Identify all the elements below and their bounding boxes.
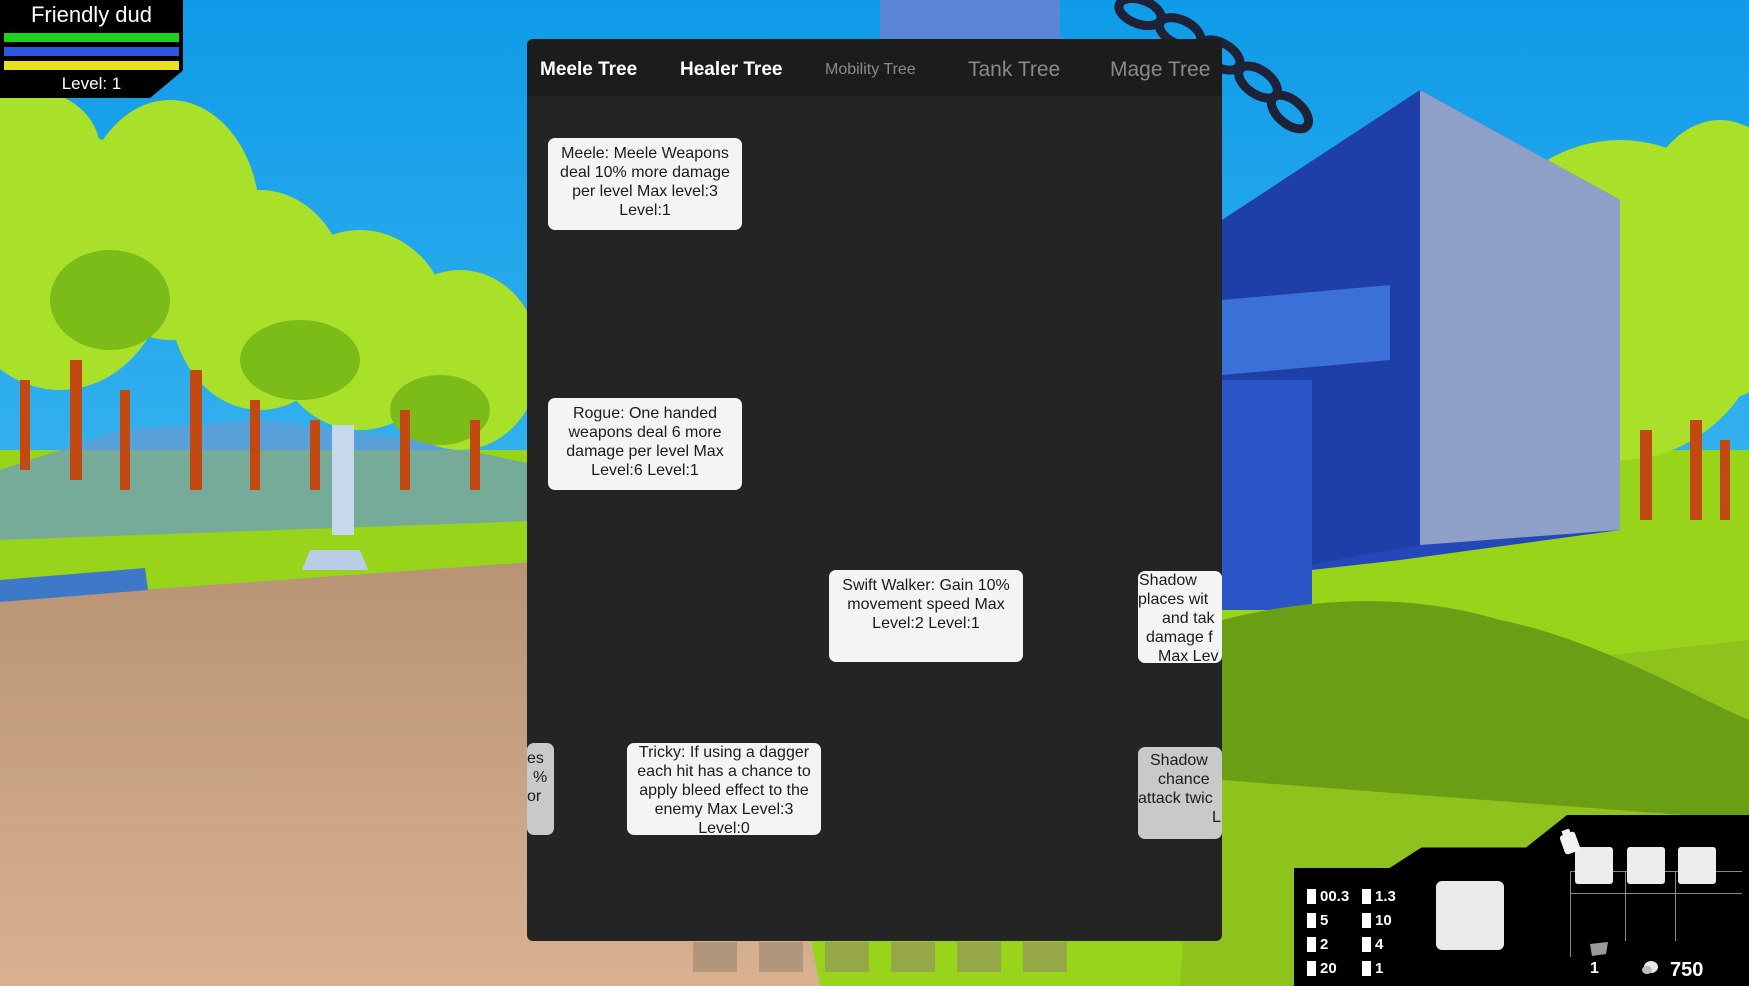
coin-count: 750 (1670, 959, 1704, 981)
skill-node-swift-walker[interactable]: Swift Walker: Gain 10% movement speed Ma… (829, 570, 1023, 662)
skill-text-line: and tak (1162, 610, 1215, 627)
inventory-slot[interactable] (1627, 847, 1665, 884)
stat-value: 20 (1307, 960, 1337, 977)
hotbar-slot[interactable] (693, 942, 737, 972)
skill-node-tricky[interactable]: Tricky: If using a dagger each hit has a… (627, 743, 821, 835)
hotbar (693, 942, 1067, 972)
stamina-bar (4, 61, 179, 70)
health-bar (4, 33, 179, 42)
mana-bar (4, 47, 179, 56)
grid-divider (1570, 893, 1742, 894)
inventory-slot[interactable] (1678, 847, 1716, 884)
skill-text-line: damage f (1146, 629, 1213, 646)
skill-text-line: chance (1158, 771, 1210, 788)
gear-icon[interactable] (1558, 829, 1582, 857)
grid-divider (1675, 871, 1676, 941)
hotbar-slot[interactable] (957, 942, 1001, 972)
grid-divider (1570, 871, 1571, 957)
skill-text-line: Max Lev (1158, 648, 1219, 663)
equipped-item-slot[interactable] (1436, 881, 1504, 950)
inventory-hud: 00.3 1.3 5 10 2 4 20 1 1 750 (1294, 815, 1749, 986)
tab-healer-tree[interactable]: Healer Tree (680, 39, 782, 96)
player-name: Friendly dud (30, 2, 153, 27)
skill-text-line: Shadow (1139, 572, 1197, 589)
hotbar-slot[interactable] (891, 942, 935, 972)
skill-text-line: or (527, 788, 542, 805)
stat-value: 1 (1362, 960, 1383, 977)
skill-text-line: % (533, 769, 548, 786)
skill-node-rogue[interactable]: Rogue: One handed weapons deal 6 more da… (548, 398, 742, 490)
skill-text-line: es (527, 750, 544, 767)
skill-text-line: attack twic (1138, 790, 1213, 807)
skill-node-shadow-clipped[interactable]: Shadow places wit and tak damage f Max L… (1138, 571, 1222, 663)
skill-node-meele[interactable]: Meele: Meele Weapons deal 10% more damag… (548, 138, 742, 230)
skill-text-line: places wit (1138, 591, 1209, 608)
tab-meele-tree[interactable]: Meele Tree (540, 39, 637, 96)
skill-text-line: Shadow (1150, 752, 1208, 769)
gem-icon (1590, 942, 1608, 956)
coin-icon (1642, 961, 1658, 974)
gem-count: 1 (1590, 960, 1599, 977)
tab-mobility-tree[interactable]: Mobility Tree (825, 39, 916, 96)
tab-tank-tree[interactable]: Tank Tree (968, 39, 1060, 96)
stat-value: 10 (1362, 912, 1392, 929)
skill-node-shadow-locked[interactable]: Shadow chance attack twic L (1138, 747, 1222, 839)
hotbar-slot[interactable] (1023, 942, 1067, 972)
stat-value: 1.3 (1362, 888, 1396, 905)
player-level: Level: 1 (61, 74, 122, 93)
hotbar-slot[interactable] (825, 942, 869, 972)
stat-value: 2 (1307, 936, 1328, 953)
player-status-frame: Friendly dud Level: 1 (0, 0, 183, 98)
skill-tree-tab-bar: Meele Tree Healer Tree Mobility Tree Tan… (527, 39, 1222, 96)
skill-text-line: L (1212, 809, 1221, 826)
grid-divider (1625, 871, 1626, 941)
stat-value: 00.3 (1307, 888, 1349, 905)
tab-mage-tree[interactable]: Mage Tree (1110, 39, 1210, 96)
hotbar-slot[interactable] (759, 942, 803, 972)
skill-tree-panel: Meele Tree Healer Tree Mobility Tree Tan… (527, 39, 1222, 941)
stat-value: 4 (1362, 936, 1383, 953)
stat-value: 5 (1307, 912, 1328, 929)
skill-node-offscreen-locked[interactable]: es % or (527, 743, 554, 835)
